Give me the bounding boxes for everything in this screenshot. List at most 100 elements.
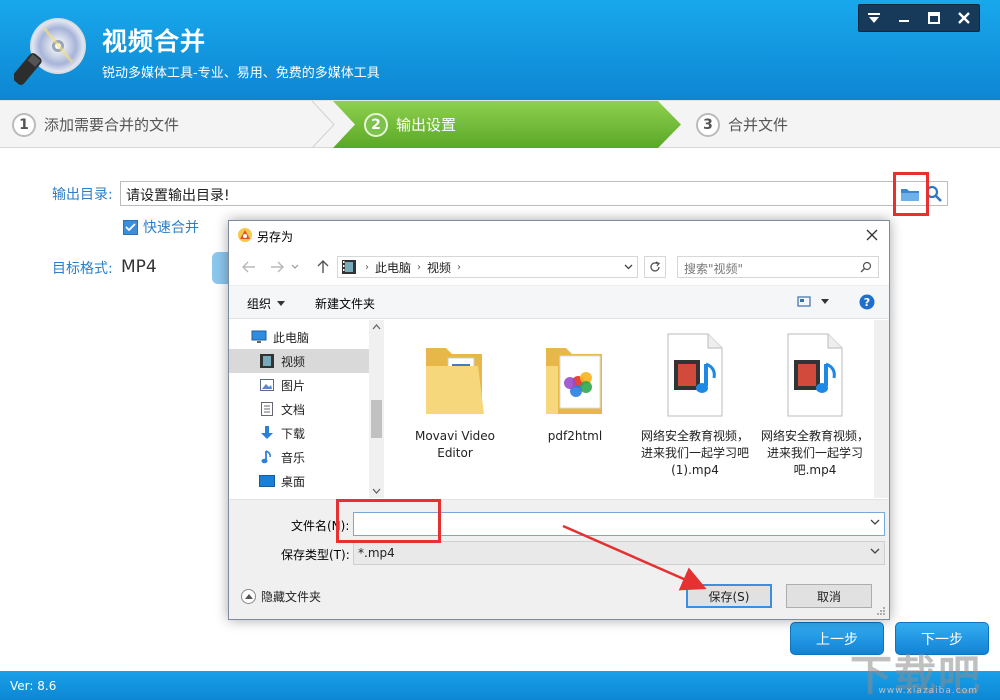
filetype-label: 保存类型(T): [281,548,350,562]
step-3[interactable]: 3 合并文件 [696,101,788,148]
dialog-toolbar: 组织 新建文件夹 ? [229,285,889,319]
arrow-left-icon [242,261,255,273]
step-1-number: 1 [12,112,36,137]
folder-icon [420,330,490,420]
step-1[interactable]: 1 添加需要合并的文件 [12,101,179,148]
documents-icon [259,402,275,416]
nav-item-this-pc[interactable]: 此电脑 [229,325,369,349]
file-name: pdf2html [547,429,603,443]
maximize-icon [928,12,940,24]
menu-dropdown-icon [868,13,880,23]
dialog-close-button[interactable] [861,225,883,245]
resize-grip-icon[interactable] [876,606,886,616]
app-subtitle: 锐动多媒体工具-专业、易用、免费的多媒体工具 [102,66,380,81]
filetype-select[interactable]: *.mp4 [353,541,885,565]
close-icon [866,229,878,241]
chevron-up-icon [241,589,256,604]
nav-label: 图片 [281,378,306,393]
computer-icon [251,330,267,344]
scroll-up-icon[interactable] [372,324,381,330]
search-input[interactable]: 搜索"视频" [677,256,879,278]
maximize-button[interactable] [919,5,949,31]
close-button[interactable] [949,5,979,31]
hide-folders-label: 隐藏文件夹 [261,590,322,604]
watermark-url: www.xiazaiba.com [878,686,978,696]
menu-dropdown-button[interactable] [859,5,889,31]
version-text: Ver: 8.6 [10,679,57,693]
organize-menu[interactable]: 组织 [247,295,286,312]
recent-dropdown-button[interactable] [289,257,301,277]
up-button[interactable] [313,257,333,277]
chevron-down-icon [291,264,299,269]
mp4-video-file-icon [780,330,850,420]
minimize-icon [899,20,909,22]
arrow-right-icon [271,261,284,273]
nav-pane-scrollbar[interactable] [369,320,384,498]
refresh-button[interactable] [644,256,666,278]
chevron-down-icon[interactable] [624,264,633,270]
file-item-mp4-2[interactable]: 网络安全教育视频，进来我们一起学习吧.mp4 [757,330,873,479]
music-icon [259,450,275,464]
navigation-pane: 此电脑 视频 图片 文档 下载 音乐 桌面 [229,320,384,498]
dialog-cancel-button[interactable]: 取消 [786,584,872,608]
nav-item-documents[interactable]: 文档 [229,397,369,421]
nav-label: 视频 [281,354,306,369]
help-button[interactable]: ? [859,294,875,310]
minimize-button[interactable] [889,5,919,31]
view-options-button[interactable] [797,295,829,307]
file-item-mp4-1[interactable]: 网络安全教育视频，进来我们一起学习吧(1).mp4 [637,330,753,479]
video-folder-icon [342,260,356,274]
nav-item-videos[interactable]: 视频 [229,349,369,373]
forward-button[interactable] [267,257,287,277]
chevron-down-icon[interactable] [870,519,880,526]
breadcrumb-this-pc[interactable]: 此电脑 [375,259,411,276]
scroll-down-icon[interactable] [372,488,381,494]
chevron-down-icon [870,548,880,554]
nav-label: 桌面 [281,474,306,489]
step-3-number: 3 [696,112,720,137]
file-name: 网络安全教育视频，进来我们一起学习吧.mp4 [760,429,869,477]
back-button[interactable] [239,257,259,277]
address-bar[interactable]: › 此电脑 › 视频 › [337,256,638,278]
step-2[interactable]: 2 输出设置 [364,101,456,148]
video-folder-icon [259,354,275,368]
search-placeholder: 搜索"视频" [684,262,744,276]
file-list-scrollbar[interactable] [874,320,889,498]
annotation-box-filename [336,499,441,543]
view-icon [797,296,811,307]
nav-item-desktop[interactable]: 桌面 [229,469,369,493]
breadcrumb-videos[interactable]: 视频 [427,259,451,276]
nav-item-music[interactable]: 音乐 [229,445,369,469]
hide-folders-toggle[interactable]: 隐藏文件夹 [241,588,321,605]
file-list: Movavi Video Editor pdf2html 网络安全教育视频，进来… [385,320,889,498]
file-item-movavi[interactable]: Movavi Video Editor [397,330,513,462]
step-3-label: 合并文件 [728,116,789,134]
dialog-bottom-panel: 文件名(N): 保存类型(T): *.mp4 隐藏文件夹 保存(S) 取消 [229,499,889,619]
fast-merge-checkbox[interactable]: 快速合并 [123,217,199,237]
dialog-save-button[interactable]: 保存(S) [686,584,772,608]
nav-item-downloads[interactable]: 下载 [229,421,369,445]
format-value: MP4 [121,257,157,277]
checkbox-checked-icon [123,219,138,235]
nav-label: 下载 [281,426,306,441]
app-title: 视频合并 [102,27,207,56]
file-name: Movavi Video Editor [414,429,496,460]
dialog-title: 另存为 [257,230,294,244]
close-icon [958,12,970,24]
breadcrumb-separator-icon: › [417,261,422,273]
file-item-pdf2html[interactable]: pdf2html [517,330,633,445]
caret-down-icon [277,301,286,306]
dialog-titlebar: 另存为 [229,221,889,249]
save-as-dialog: 另存为 › 此电脑 › 视频 › 搜索"视频" 组织 新建文件夹 ? 此电脑 视… [228,220,890,620]
step-2-label: 输出设置 [396,116,457,134]
dialog-navigation-row: › 此电脑 › 视频 › 搜索"视频" [229,251,889,283]
breadcrumb-separator-icon: › [365,261,369,273]
format-label: 目标格式: [52,261,113,277]
new-folder-button[interactable]: 新建文件夹 [315,295,375,312]
file-name: 网络安全教育视频，进来我们一起学习吧(1).mp4 [640,429,749,477]
output-dir-input[interactable]: 请设置输出目录! [120,181,948,206]
nav-pane-scroll-thumb[interactable] [371,400,382,438]
nav-item-pictures[interactable]: 图片 [229,373,369,397]
app-small-icon [238,228,252,242]
desktop-icon [259,474,275,488]
